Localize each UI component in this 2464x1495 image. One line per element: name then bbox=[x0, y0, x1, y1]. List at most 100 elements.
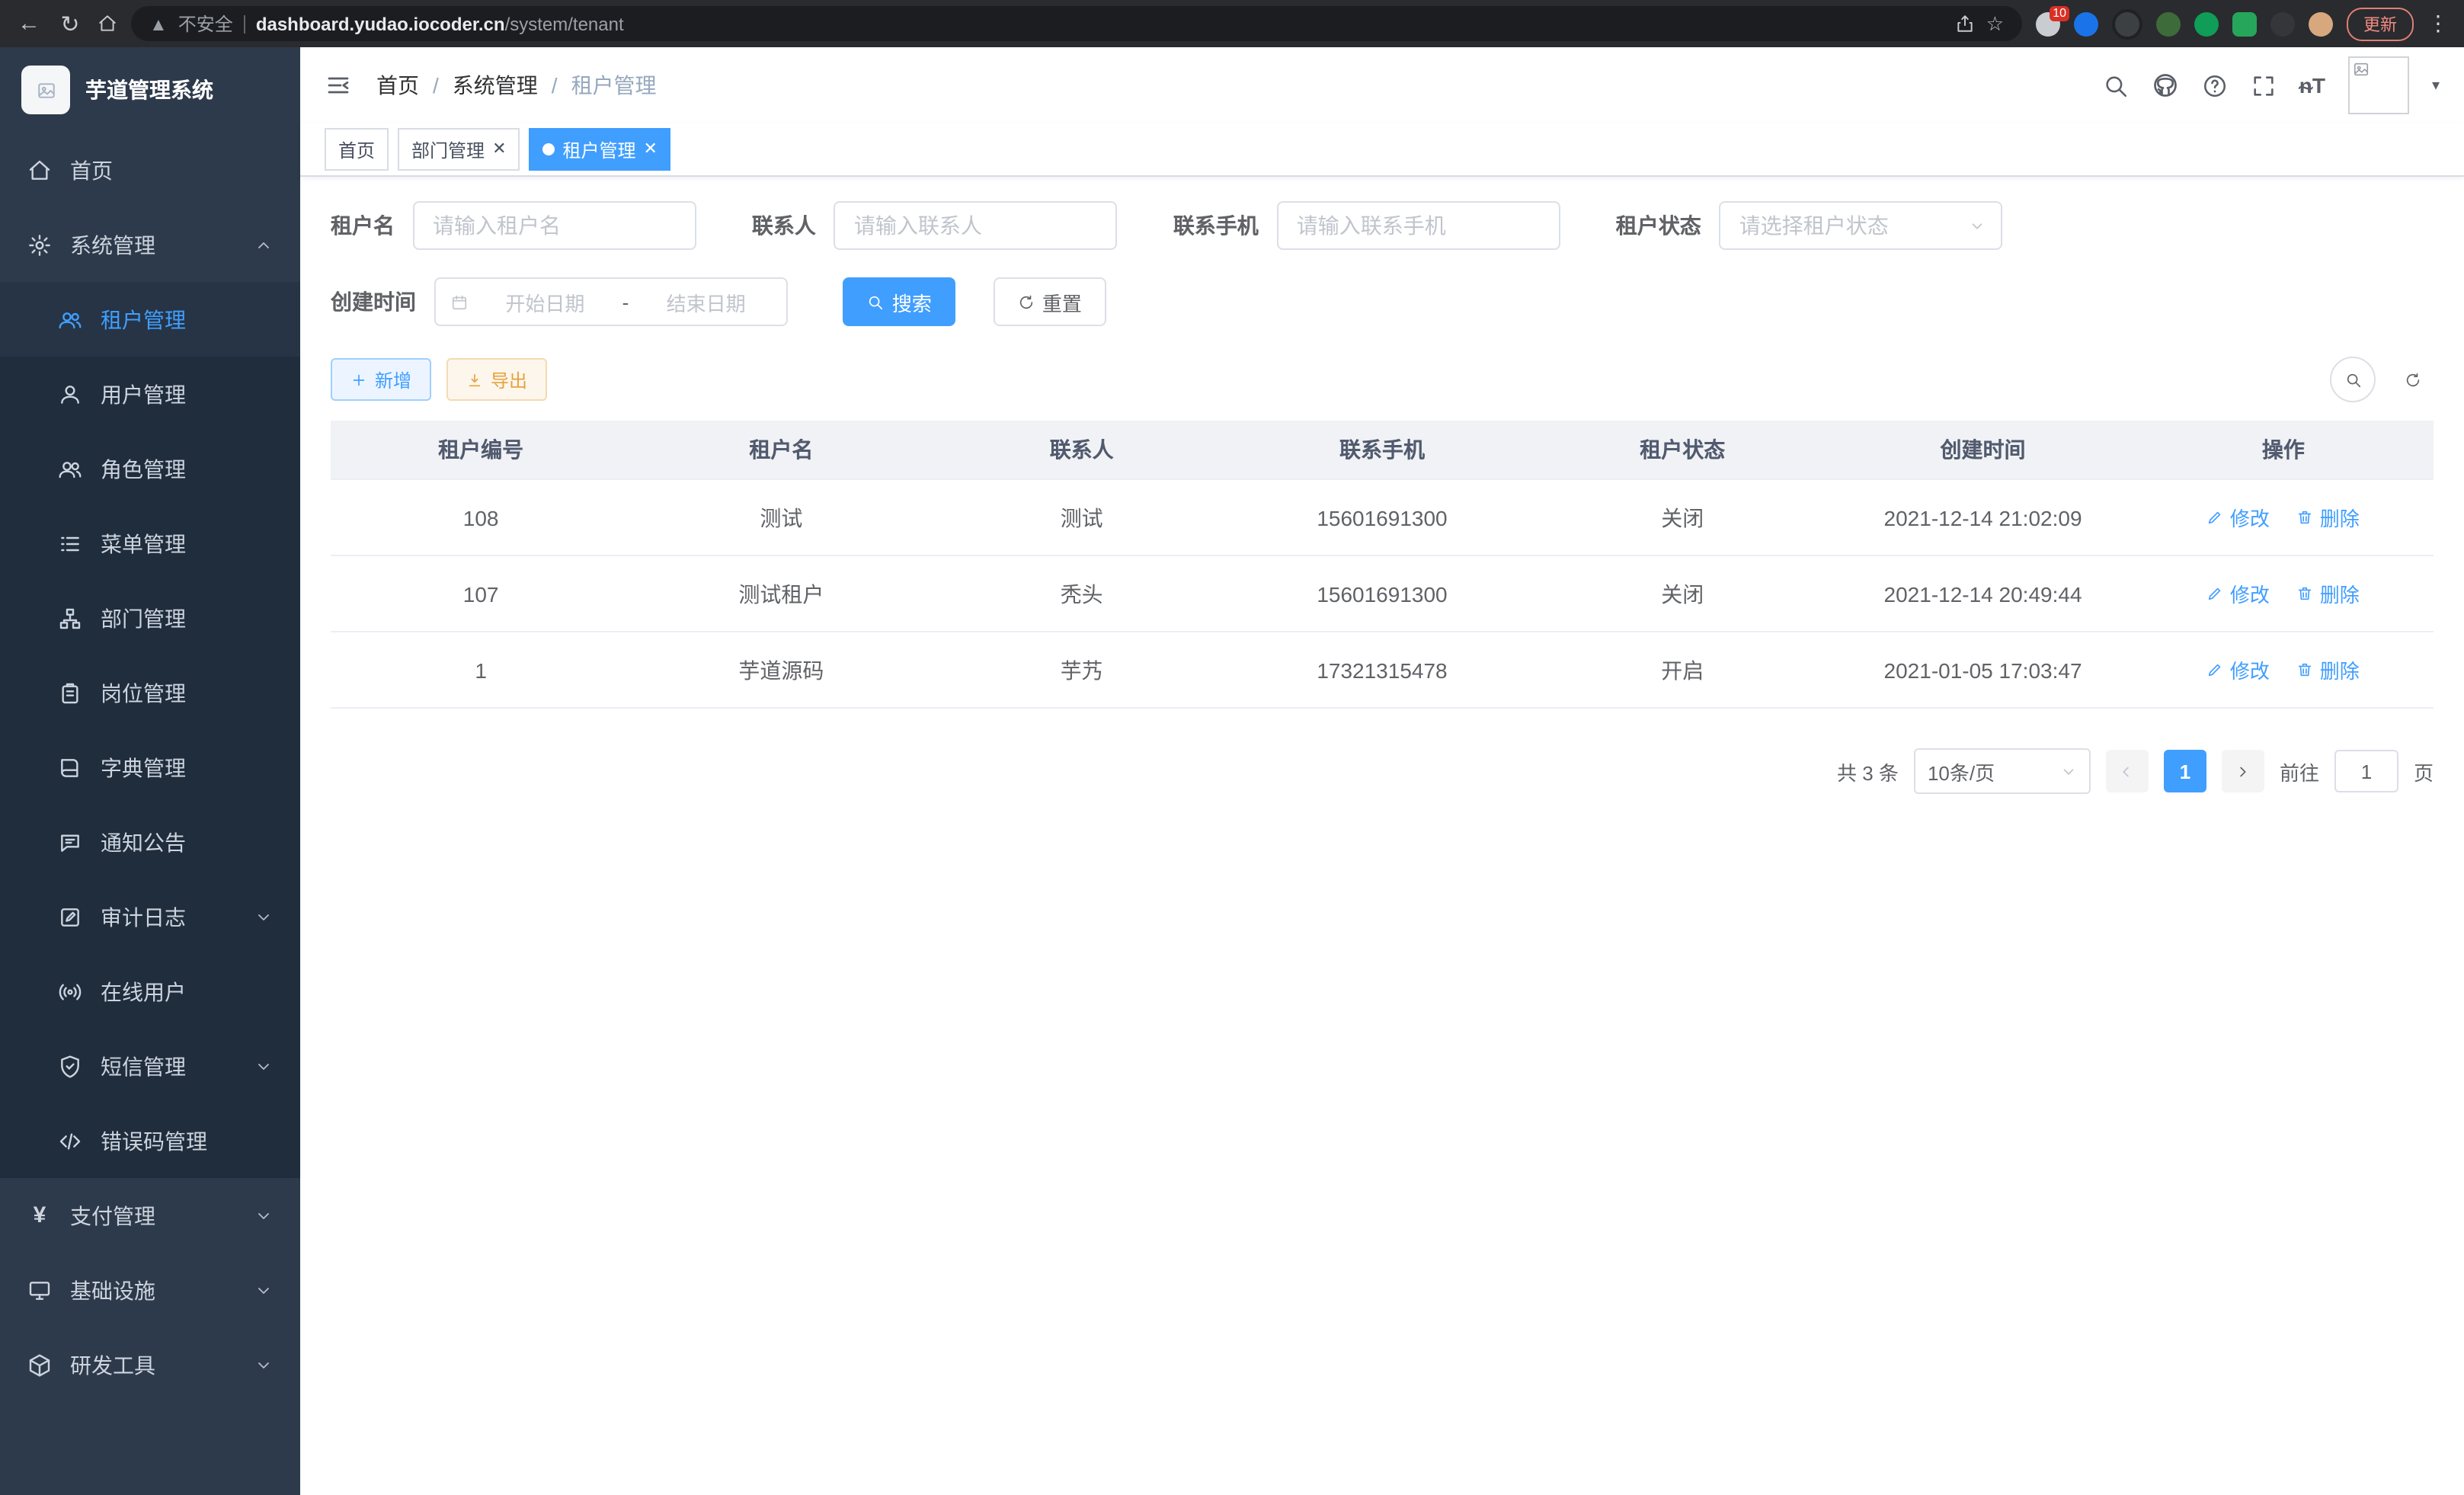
sidebar-item-online-users[interactable]: 在线用户 bbox=[0, 954, 300, 1029]
cell-tenant-id: 1 bbox=[331, 632, 631, 708]
next-page-button[interactable] bbox=[2222, 750, 2264, 792]
page-size-select[interactable]: 10条/页 bbox=[1914, 748, 2091, 794]
edit-button[interactable]: 修改 bbox=[2207, 503, 2270, 532]
sidebar-item-role-management[interactable]: 角色管理 bbox=[0, 431, 300, 506]
action-label: 修改 bbox=[2230, 579, 2270, 608]
chevron-right-icon bbox=[2235, 763, 2251, 780]
sidebar-item-infrastructure[interactable]: 基础设施 bbox=[0, 1253, 300, 1327]
browser-toolbar: ← ↻ ▲︎ 不安全 dashboard.yudao.iocoder.cn/sy… bbox=[0, 0, 2464, 47]
chevron-up-icon bbox=[254, 235, 273, 254]
search-button[interactable]: 搜索 bbox=[843, 277, 956, 326]
sidebar-item-error-code-management[interactable]: 错误码管理 bbox=[0, 1103, 300, 1178]
phone-input[interactable] bbox=[1277, 201, 1560, 250]
sidebar-toggle-hamburger-icon[interactable] bbox=[325, 72, 352, 99]
sidebar-item-user-management[interactable]: 用户管理 bbox=[0, 357, 300, 431]
extension-icon-1[interactable]: 10 bbox=[2036, 11, 2060, 36]
add-button[interactable]: 新增 bbox=[331, 358, 431, 401]
tenant-name-input[interactable] bbox=[413, 201, 696, 250]
tab-home[interactable]: 首页 bbox=[325, 128, 389, 171]
sidebar-item-label: 角色管理 bbox=[101, 453, 186, 484]
edit-document-icon bbox=[58, 904, 82, 929]
extension-icon-5[interactable] bbox=[2194, 11, 2219, 36]
address-bar[interactable]: ▲︎ 不安全 dashboard.yudao.iocoder.cn/system… bbox=[131, 6, 2022, 41]
sidebar-item-department-management[interactable]: 部门管理 bbox=[0, 581, 300, 655]
broken-image-icon bbox=[2353, 61, 2370, 78]
action-label: 删除 bbox=[2320, 579, 2360, 608]
chevron-down-icon bbox=[254, 1281, 273, 1299]
github-icon[interactable] bbox=[2152, 72, 2179, 99]
reset-button[interactable]: 重置 bbox=[994, 277, 1106, 326]
breadcrumb-separator: / bbox=[552, 73, 558, 98]
trash-icon bbox=[2297, 585, 2314, 602]
date-range-picker[interactable]: 开始日期 - 结束日期 bbox=[434, 277, 788, 326]
sidebar-item-dev-tools[interactable]: 研发工具 bbox=[0, 1327, 300, 1402]
edit-button[interactable]: 修改 bbox=[2207, 655, 2270, 684]
end-date-placeholder[interactable]: 结束日期 bbox=[641, 287, 771, 316]
sidebar-item-tenant-management[interactable]: 租户管理 bbox=[0, 282, 300, 357]
avatar-caret-icon[interactable]: ▾ bbox=[2432, 77, 2440, 94]
delete-button[interactable]: 删除 bbox=[2297, 579, 2360, 608]
sidebar-item-sms-management[interactable]: 短信管理 bbox=[0, 1029, 300, 1103]
extension-icon-2[interactable] bbox=[2074, 11, 2098, 36]
column-header: 联系手机 bbox=[1232, 421, 1532, 479]
tab-department-management[interactable]: 部门管理 ✕ bbox=[398, 128, 520, 171]
prev-page-button[interactable] bbox=[2106, 750, 2149, 792]
page-number-button[interactable]: 1 bbox=[2164, 750, 2206, 792]
toggle-search-button[interactable] bbox=[2330, 357, 2376, 402]
start-date-placeholder[interactable]: 开始日期 bbox=[480, 287, 610, 316]
screen: ← ↻ ▲︎ 不安全 dashboard.yudao.iocoder.cn/sy… bbox=[0, 0, 2464, 1495]
user-avatar[interactable] bbox=[2348, 56, 2409, 114]
sidebar-item-audit-log[interactable]: 审计日志 bbox=[0, 879, 300, 954]
goto-page-input[interactable] bbox=[2334, 750, 2398, 792]
browser-profile-avatar[interactable] bbox=[2309, 11, 2333, 36]
column-header: 租户名 bbox=[631, 421, 931, 479]
font-size-icon[interactable]: ᵰT bbox=[2299, 73, 2325, 98]
bookmark-star-icon[interactable]: ☆ bbox=[1986, 11, 2004, 36]
extension-icon-4[interactable] bbox=[2156, 11, 2181, 36]
extension-icon-6[interactable] bbox=[2232, 11, 2257, 36]
cell-status: 关闭 bbox=[1532, 479, 1832, 555]
sidebar-item-menu-management[interactable]: 菜单管理 bbox=[0, 506, 300, 581]
edit-button[interactable]: 修改 bbox=[2207, 579, 2270, 608]
sidebar-item-home[interactable]: 首页 bbox=[0, 133, 300, 207]
breadcrumb-item[interactable]: 系统管理 bbox=[453, 70, 538, 101]
active-tab-dot bbox=[543, 143, 555, 155]
delete-button[interactable]: 删除 bbox=[2297, 655, 2360, 684]
users-icon bbox=[58, 307, 82, 331]
pagination: 共 3 条 10条/页 1 前往 页 bbox=[331, 748, 2434, 794]
browser-reload-icon[interactable]: ↻ bbox=[56, 10, 84, 37]
sidebar-item-notice-announcement[interactable]: 通知公告 bbox=[0, 805, 300, 879]
breadcrumb-item[interactable]: 首页 bbox=[376, 70, 419, 101]
close-icon[interactable]: ✕ bbox=[644, 141, 658, 158]
browser-home-icon[interactable] bbox=[98, 14, 117, 34]
sidebar-item-system-management[interactable]: 系统管理 bbox=[0, 207, 300, 282]
close-icon[interactable]: ✕ bbox=[492, 141, 506, 158]
extension-icon-3[interactable] bbox=[2112, 8, 2142, 39]
sidebar-item-payment-management[interactable]: ¥ 支付管理 bbox=[0, 1178, 300, 1253]
share-icon[interactable] bbox=[1956, 14, 1976, 34]
help-icon[interactable] bbox=[2202, 72, 2228, 98]
refresh-table-button[interactable] bbox=[2391, 358, 2434, 401]
chevron-down-icon bbox=[254, 908, 273, 926]
refresh-icon bbox=[2404, 371, 2421, 388]
badge-icon bbox=[58, 680, 82, 705]
top-navbar: 首页 / 系统管理 / 租户管理 ᵰT ▾ bbox=[300, 47, 2464, 123]
tab-tenant-management[interactable]: 租户管理 ✕ bbox=[530, 128, 671, 171]
export-button[interactable]: 导出 bbox=[446, 358, 547, 401]
status-select[interactable]: 请选择租户状态 bbox=[1720, 201, 2003, 250]
delete-button[interactable]: 删除 bbox=[2297, 503, 2360, 532]
extensions-puzzle-icon[interactable] bbox=[2270, 11, 2295, 36]
cell-created: 2021-12-14 20:49:44 bbox=[1832, 555, 2133, 632]
browser-update-button[interactable]: 更新 bbox=[2347, 7, 2414, 40]
contact-input[interactable] bbox=[834, 201, 1118, 250]
search-icon[interactable] bbox=[2103, 72, 2129, 98]
fullscreen-icon[interactable] bbox=[2251, 72, 2277, 98]
not-secure-warning-icon[interactable]: ▲︎ bbox=[149, 13, 168, 34]
browser-menu-icon[interactable]: ⋮ bbox=[2427, 11, 2449, 37]
box-icon bbox=[27, 1353, 52, 1377]
sidebar-item-label: 部门管理 bbox=[101, 603, 186, 633]
sidebar-item-dictionary-management[interactable]: 字典管理 bbox=[0, 730, 300, 805]
sidebar-item-position-management[interactable]: 岗位管理 bbox=[0, 655, 300, 730]
browser-back-icon[interactable]: ← bbox=[15, 11, 43, 37]
app-logo[interactable]: 芋道管理系统 bbox=[0, 47, 300, 133]
